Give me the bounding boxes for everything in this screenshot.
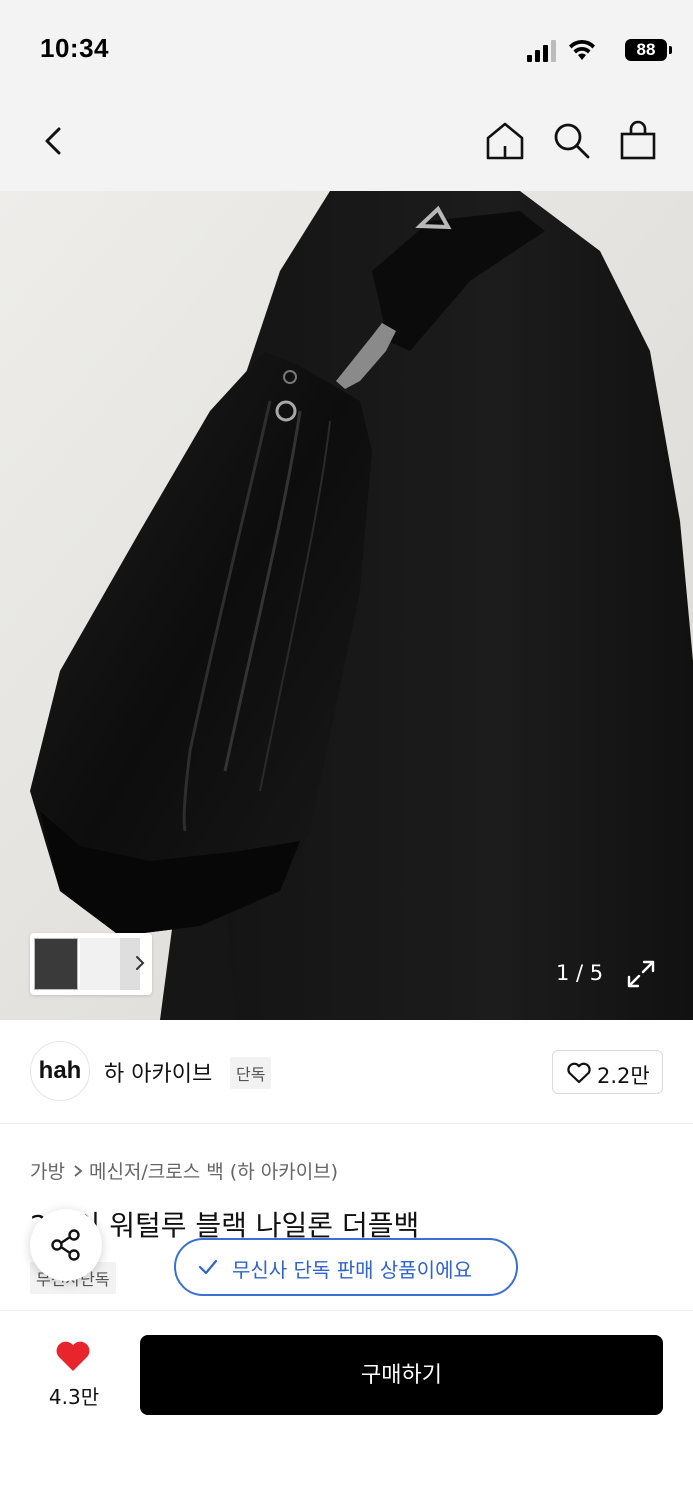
breadcrumb-item[interactable]: 가방 [30,1157,65,1184]
exclusive-toast: 무신사 단독 판매 상품이에요 [174,1238,518,1296]
page-indicator: 1 / 5 [556,961,604,985]
top-nav-bar [0,96,693,191]
breadcrumb: 가방 메신저/크로스 백 (하 아카이브) [30,1157,338,1184]
signal-icon [527,40,556,62]
thumbnail-image[interactable] [34,938,78,990]
check-icon [198,1259,218,1275]
share-button[interactable] [30,1209,102,1281]
status-icons: 88 [517,38,672,64]
wishlist-button[interactable]: 4.3만 [40,1339,108,1419]
share-icon [51,1229,80,1261]
chevron-right-icon [74,1165,83,1177]
status-bar: 10:34 88 [0,0,693,96]
expand-icon[interactable] [624,957,658,991]
brand-name[interactable]: 하 아카이브 [104,1056,212,1088]
status-time: 10:34 [40,33,109,63]
buy-button[interactable]: 구매하기 [140,1335,663,1415]
heart-filled-icon [56,1341,90,1371]
toast-text: 무신사 단독 판매 상품이에요 [232,1258,472,1282]
search-icon[interactable] [549,118,595,164]
home-icon[interactable] [482,118,528,164]
back-icon[interactable] [32,118,78,164]
battery-icon: 88 [625,39,672,61]
brand-like-count: 2.2만 [597,1064,650,1088]
battery-level: 88 [636,40,656,59]
brand-like-button[interactable]: 2.2만 [552,1050,663,1094]
brand-row: hah 하 아카이브 단독 2.2만 [0,1020,693,1124]
bottom-action-bar: 4.3만 구매하기 [0,1310,693,1500]
thumbnail-image[interactable] [80,938,120,990]
chevron-right-icon[interactable] [134,953,146,973]
brand-tag: 단독 [230,1057,272,1089]
product-photo [0,191,693,1020]
wishlist-count: 4.3만 [48,1385,100,1409]
heart-outline-icon [567,1062,591,1084]
wifi-icon [569,39,595,60]
breadcrumb-item[interactable]: 메신저/크로스 백 (하 아카이브) [89,1157,338,1184]
brand-logo[interactable]: hah [30,1041,90,1101]
product-image-gallery[interactable]: 1 / 5 [0,191,693,1020]
shopping-bag-icon[interactable] [615,118,661,164]
thumbnail-strip[interactable] [30,933,152,995]
